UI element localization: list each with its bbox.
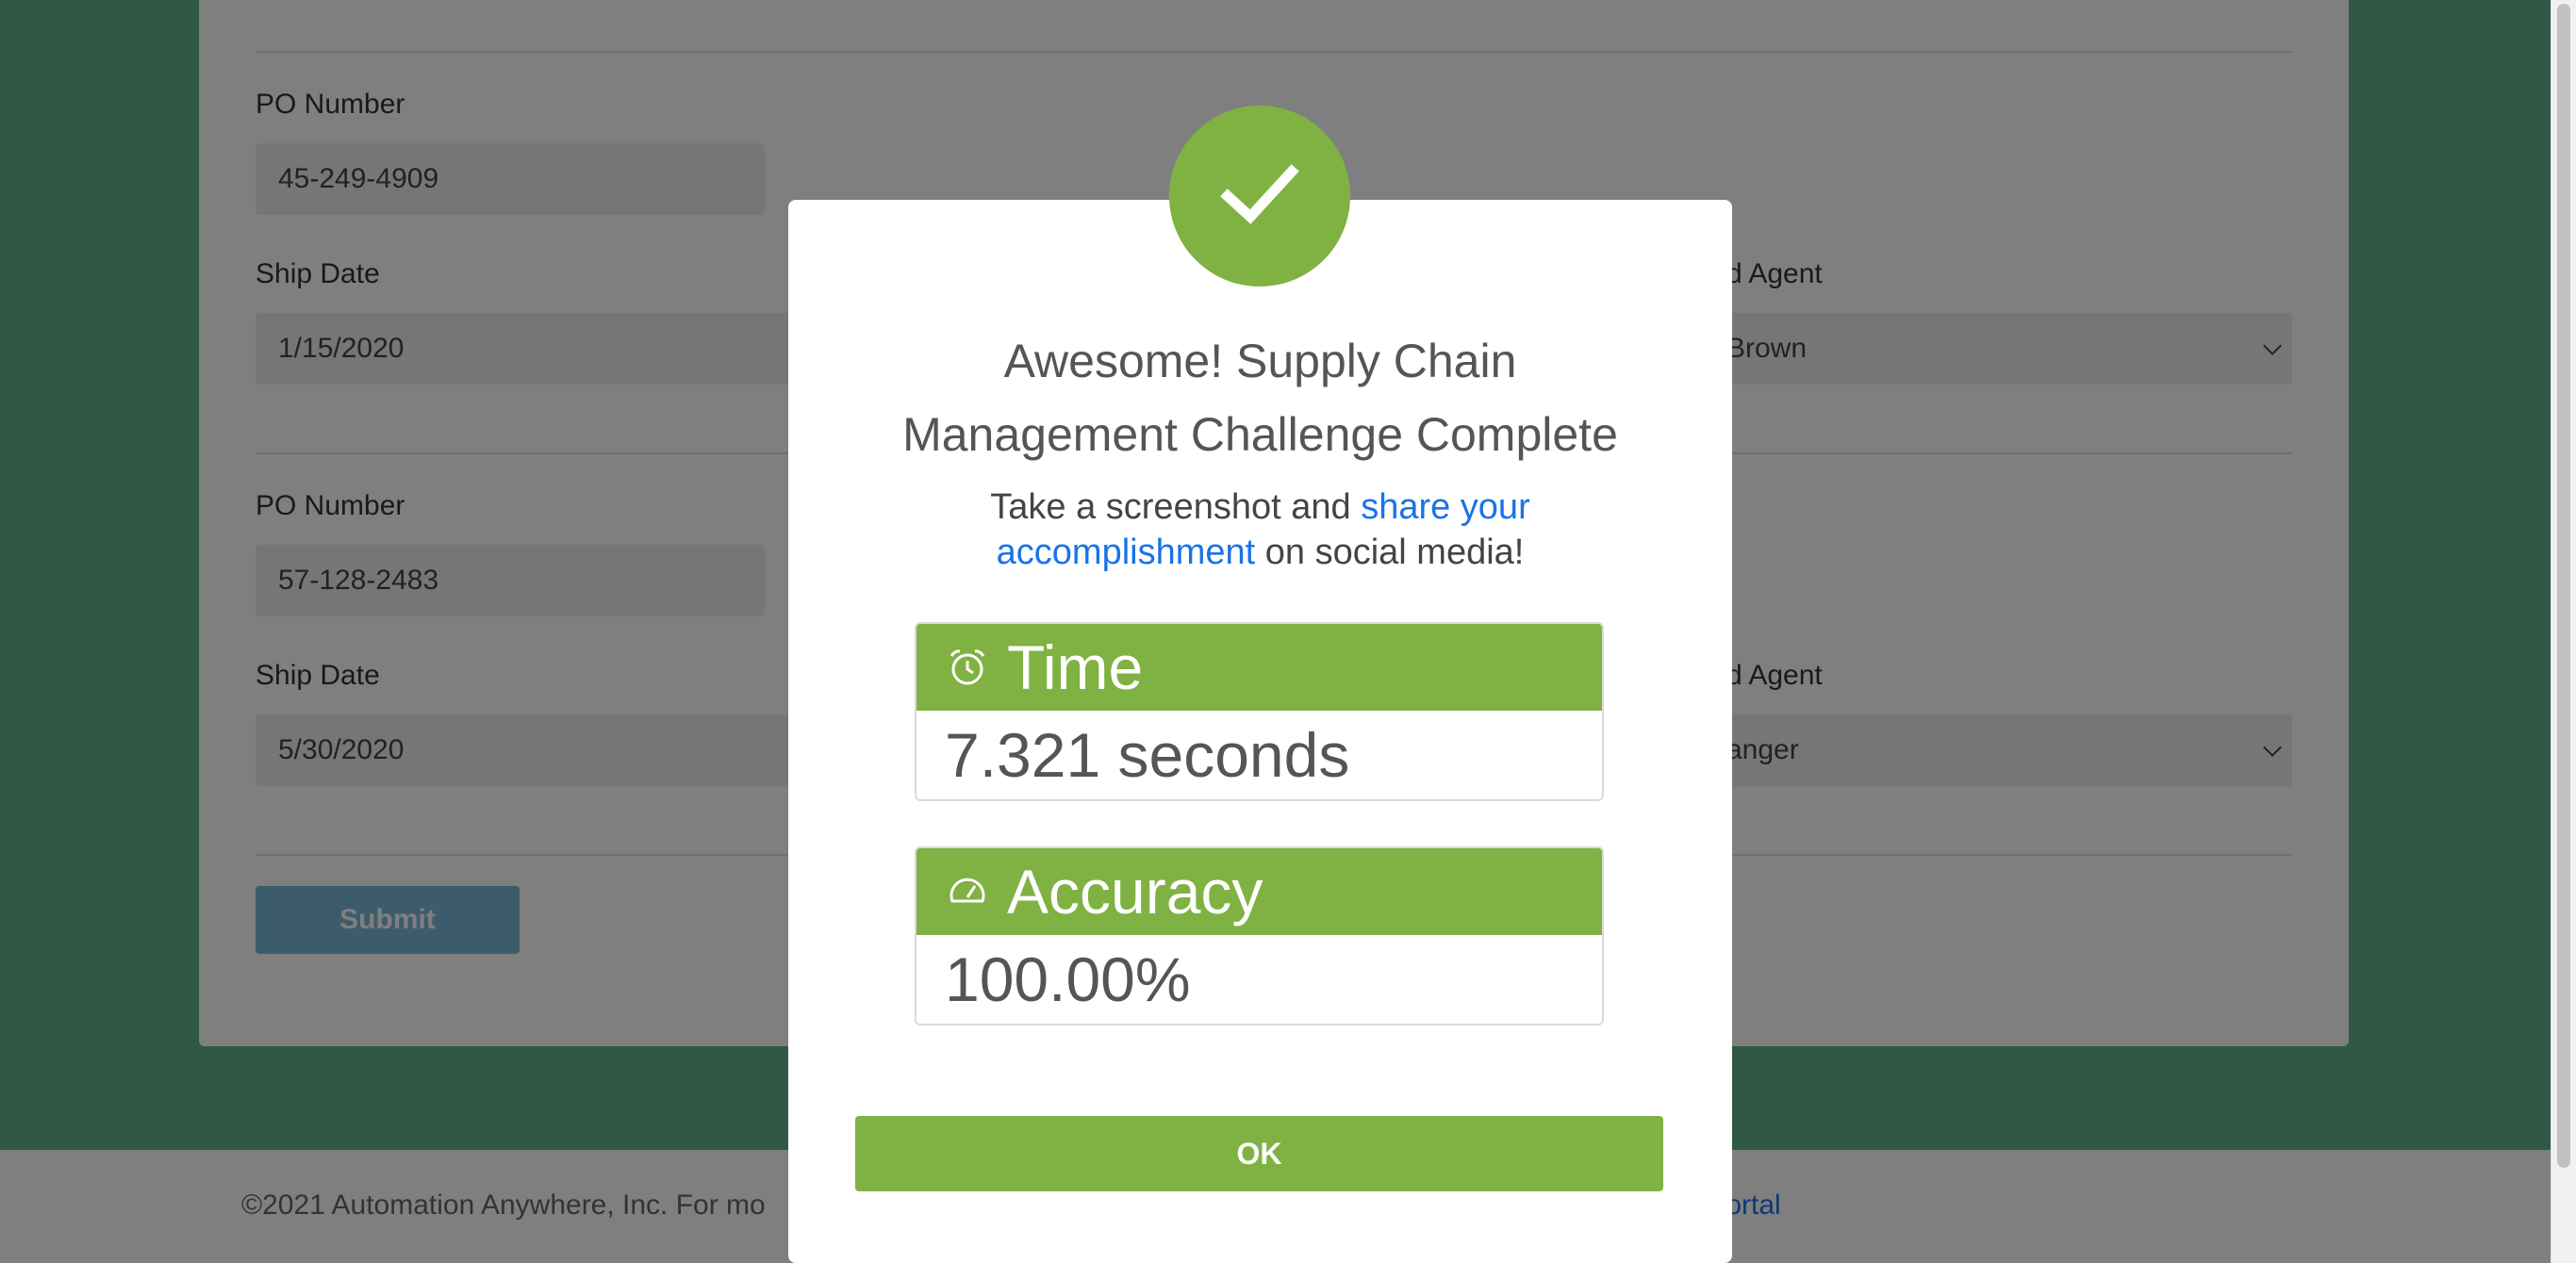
time-value: 7.321 seconds xyxy=(945,720,1350,790)
subtitle-text: Take a screenshot and xyxy=(990,487,1362,527)
accuracy-value: 100.00% xyxy=(945,944,1191,1014)
accuracy-stat-header: Accuracy xyxy=(916,848,1602,935)
share-link[interactable]: share your xyxy=(1361,487,1530,527)
modal-title-line2: Management Challenge Complete xyxy=(902,408,1618,461)
gauge-icon xyxy=(947,871,988,912)
scrollbar[interactable] xyxy=(2551,0,2576,1263)
subtitle-text: on social media! xyxy=(1255,533,1525,572)
scrollbar-thumb[interactable] xyxy=(2557,4,2570,1168)
modal-title: Awesome! Supply Chain Management Challen… xyxy=(788,324,1732,471)
ok-button[interactable]: OK xyxy=(855,1116,1663,1191)
completion-modal: Awesome! Supply Chain Management Challen… xyxy=(788,200,1732,1263)
accuracy-stat: Accuracy 100.00% xyxy=(915,846,1604,1025)
alarm-clock-icon xyxy=(947,647,988,688)
time-label: Time xyxy=(1007,632,1144,702)
modal-subtitle: Take a screenshot and share your accompl… xyxy=(788,484,1732,575)
checkmark-icon xyxy=(1214,149,1305,244)
success-badge xyxy=(1169,106,1350,287)
modal-title-line1: Awesome! Supply Chain xyxy=(1003,335,1517,387)
time-stat: Time 7.321 seconds xyxy=(915,622,1604,801)
time-stat-header: Time xyxy=(916,624,1602,711)
accuracy-label: Accuracy xyxy=(1007,857,1263,927)
share-link[interactable]: accomplishment xyxy=(997,533,1256,572)
